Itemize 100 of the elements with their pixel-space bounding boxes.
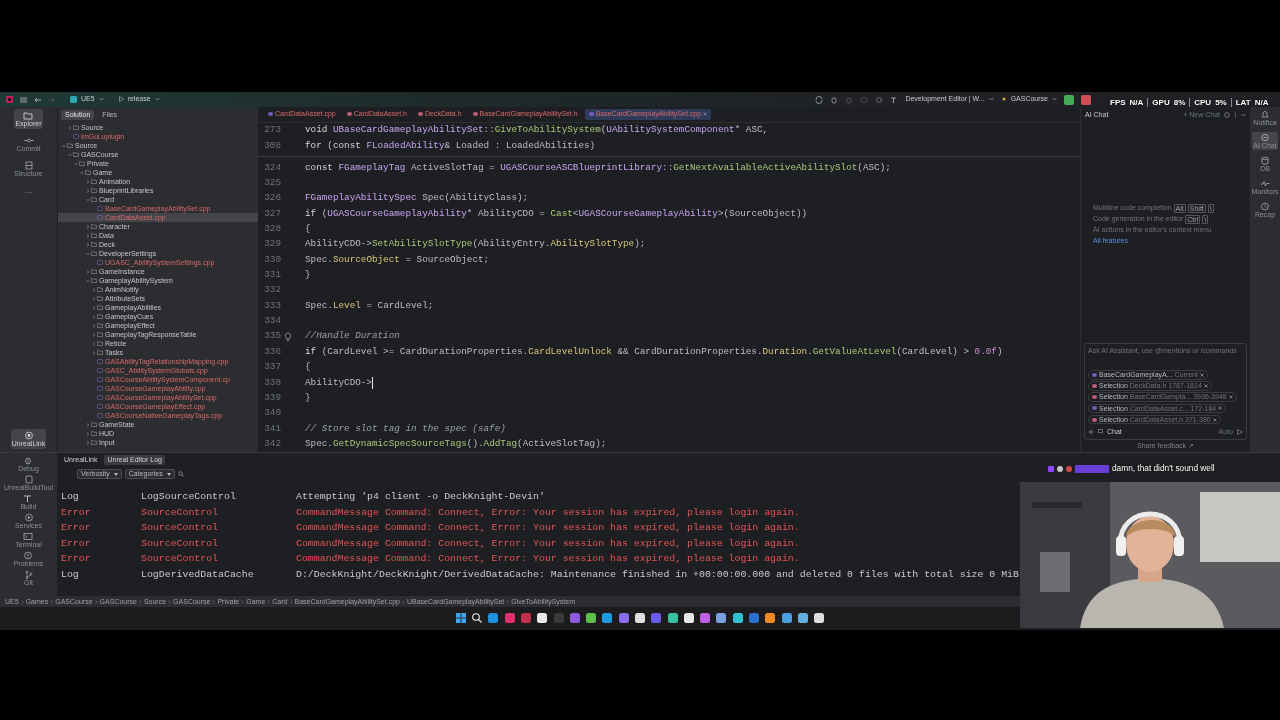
chevron-down-icon <box>86 278 90 283</box>
commit-icon <box>23 136 34 145</box>
header-file-icon <box>1092 417 1097 422</box>
line-number: 339 <box>263 392 281 404</box>
code-line: const FGameplayTag ActiveSlotTag = UGASCourseASCBlueprintLibrary::GetNextAvailableActiveAbilitySlot(ASC); <box>305 162 891 174</box>
stat-label: LAT <box>1235 98 1251 108</box>
log-message: CommandMessage Command: Connect, Error: Your session has expired, please login again. <box>296 553 800 565</box>
line-number: 333 <box>263 300 281 312</box>
log-message: CommandMessage Command: Connect, Error: Your session has expired, please login again. <box>296 537 800 550</box>
code-line: void UBaseCardGameplayAbilitySet::GiveToAbilitySystem(UAbilitySystemComponent* ASC, <box>305 125 769 137</box>
log-message: CommandMessage Command: Connect, Error: Your session has expired, please login again. <box>296 522 800 534</box>
add-context-icon[interactable] <box>1088 428 1094 435</box>
log-message: CommandMessage Command: Connect, Error: Your session has expired, please login again. <box>296 506 800 519</box>
app-icon[interactable] <box>796 612 809 624</box>
code-line: AbilityCDO->SetAbilitySlotType(AbilityEntry.AbilitySlotType); <box>305 239 646 250</box>
line-number: 328 <box>263 223 281 235</box>
code-line: if (UGASCourseGameplayAbility* AbilityCDO = Cast<UGASCourseGameplayAbility>(SourceObject)) <box>305 208 808 220</box>
tool-button[interactable]: ... <box>23 184 34 197</box>
log-level: Error <box>61 522 91 534</box>
code-line: Spec.Level = CardLevel; <box>305 300 434 312</box>
line-number: 341 <box>263 423 281 435</box>
terminal-icon <box>23 532 34 541</box>
line-number: 332 <box>263 285 281 297</box>
clock-icon <box>1260 202 1270 211</box>
header-file-icon <box>1092 384 1097 388</box>
caret-icon <box>98 97 104 102</box>
bell-icon <box>1260 110 1270 119</box>
pulse-icon <box>1260 179 1270 188</box>
cpp-file-icon <box>1092 406 1097 411</box>
play-icon <box>118 96 124 103</box>
line-number: 331 <box>263 270 281 281</box>
stat-label: CPU <box>1194 98 1212 108</box>
line-number: 325 <box>263 177 281 189</box>
project-badge-icon <box>70 96 77 103</box>
gear-icon[interactable] <box>875 95 884 104</box>
code-line: FGameplayAbilitySpec Spec(AbilityClass); <box>305 193 529 204</box>
app-icon[interactable] <box>585 612 598 624</box>
stat-value: N/A <box>1129 98 1144 108</box>
send-icon[interactable] <box>1237 428 1243 435</box>
close-icon[interactable] <box>1228 395 1233 400</box>
cpp-file-icon <box>1092 372 1097 377</box>
caret-icon <box>1052 97 1057 102</box>
line-number: 330 <box>263 254 281 266</box>
line-number: 334 <box>263 316 281 327</box>
caret-icon <box>113 472 118 476</box>
log-level: Log <box>61 569 79 581</box>
line-number: 329 <box>263 239 281 250</box>
line-number: 338 <box>263 377 281 389</box>
stat-value: 5% <box>1215 98 1227 108</box>
chevron-right-icon <box>68 125 72 130</box>
line-number: 308 <box>263 141 281 152</box>
code-line: { <box>305 223 311 235</box>
app-logo-icon[interactable] <box>6 96 13 103</box>
structure-icon <box>23 161 34 170</box>
app-icon[interactable] <box>536 612 549 624</box>
app-icon[interactable] <box>715 612 728 624</box>
log-category: LogSourceControl <box>141 491 236 503</box>
close-icon[interactable] <box>1199 372 1204 377</box>
close-icon[interactable] <box>1218 406 1223 411</box>
action-button[interactable] <box>1064 94 1074 105</box>
search-icon[interactable] <box>471 612 484 624</box>
app-icon[interactable] <box>731 612 744 624</box>
close-icon[interactable] <box>1203 384 1208 388</box>
header-file-icon <box>346 112 352 117</box>
caret-icon <box>154 97 160 102</box>
chat-message: damn, that didn't sound well <box>1112 464 1215 474</box>
app-icon[interactable] <box>634 612 646 624</box>
stop-button[interactable] <box>1081 94 1091 105</box>
log-category: SourceControl <box>141 522 219 534</box>
chevron-down-icon <box>86 251 90 256</box>
log-message: D:/DeckKnight/DeckKnight/DerivedDataCache: Maintenance finished in +00:00:00.000 and deleted 0 files with total size 0 MiB <box>296 569 1019 581</box>
back-arrow-icon[interactable] <box>34 96 41 103</box>
caret-icon <box>166 472 171 476</box>
cpp-file-icon <box>268 112 273 117</box>
app-icon[interactable] <box>682 612 695 624</box>
log-level: Log <box>61 491 79 503</box>
header-file-icon <box>472 112 478 117</box>
caret-icon <box>988 97 994 102</box>
app-icon[interactable] <box>780 612 793 624</box>
code-line: AbilityCDO-> <box>305 377 372 389</box>
line-number: 326 <box>263 193 281 204</box>
line-number: 340 <box>263 408 281 419</box>
refresh-icon[interactable] <box>815 95 824 104</box>
chevron-right-icon <box>86 269 90 274</box>
close-icon[interactable] <box>703 112 708 117</box>
line-number: 273 <box>263 125 281 137</box>
windows-icon[interactable] <box>454 612 467 624</box>
app-icon[interactable] <box>666 612 679 624</box>
stat-label: GPU <box>1152 98 1170 108</box>
menu-icon[interactable] <box>20 96 27 103</box>
app-icon[interactable] <box>764 612 777 624</box>
line-number: 335 <box>263 331 281 343</box>
line-number: 342 <box>263 439 281 450</box>
log-category: SourceControl <box>141 506 219 518</box>
app-icon[interactable] <box>813 612 826 624</box>
database-icon <box>1260 156 1270 165</box>
folder-icon <box>73 125 79 130</box>
lightbulb-icon[interactable] <box>284 331 292 342</box>
target-icon <box>1000 96 1007 103</box>
close-icon[interactable] <box>1212 417 1217 422</box>
